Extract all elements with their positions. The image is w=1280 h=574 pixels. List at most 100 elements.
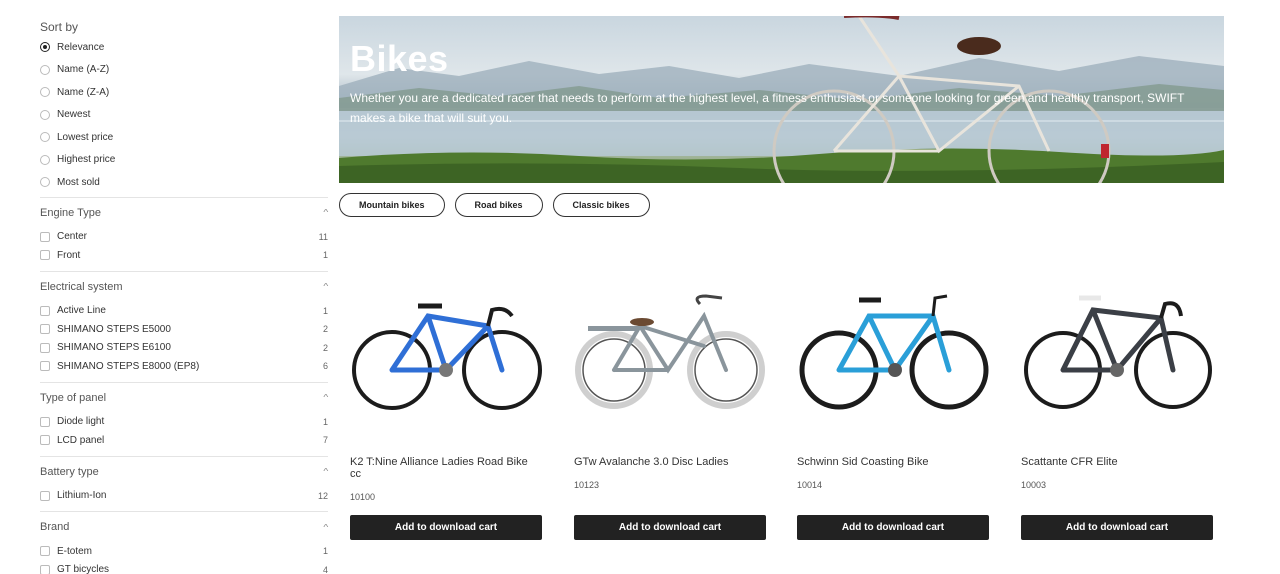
filter-option-steps-e5000[interactable]: SHIMANO STEPS E5000 2 <box>40 320 328 339</box>
product-card[interactable]: Schwinn Sid Coasting Bike 10014 Add to d… <box>786 286 989 540</box>
product-image[interactable] <box>574 286 766 418</box>
filter-option-lithium-ion[interactable]: Lithium-Ion 12 <box>40 487 328 506</box>
checkbox[interactable] <box>40 546 50 557</box>
sort-option-lowest-price[interactable]: Lowest price <box>40 126 328 149</box>
filter-option-count: 2 <box>322 342 328 353</box>
filter-option-diode-light[interactable]: Diode light 1 <box>40 413 328 432</box>
checkbox[interactable] <box>40 231 50 242</box>
road-bike-image <box>1024 295 1212 409</box>
checkbox[interactable] <box>40 342 50 353</box>
filter-option-steps-e6100[interactable]: SHIMANO STEPS E6100 2 <box>40 339 328 358</box>
filter-group-title: Engine Type <box>40 206 101 219</box>
add-to-download-cart-button[interactable]: Add to download cart <box>797 515 989 540</box>
hero-banner: Bikes Whether you are a dedicated racer … <box>339 16 1224 183</box>
radio-button[interactable] <box>40 154 50 165</box>
checkbox[interactable] <box>40 250 50 261</box>
checkbox[interactable] <box>40 564 50 574</box>
filter-option-label: Diode light <box>57 416 105 428</box>
checkbox[interactable] <box>40 324 50 335</box>
filter-option-label: E-totem <box>57 545 93 557</box>
filter-group-title: Electrical system <box>40 280 123 293</box>
filter-option-e-totem[interactable]: E-totem 1 <box>40 542 328 561</box>
filter-option-label: Center <box>57 231 88 243</box>
checkbox[interactable] <box>40 490 50 501</box>
filter-group-title: Brand <box>40 521 70 533</box>
radio-button[interactable] <box>40 87 50 98</box>
filter-option-gt-bicycles[interactable]: GT bicycles 4 <box>40 561 328 574</box>
sort-option-newest[interactable]: Newest <box>40 104 328 127</box>
chevron-up-icon[interactable]: ^ <box>324 393 329 402</box>
filter-option-count: 4 <box>322 564 328 574</box>
sort-option-relevance[interactable]: Relevance <box>40 36 328 59</box>
category-pill-road-bikes[interactable]: Road bikes <box>454 193 543 217</box>
sort-option-label: Most sold <box>57 176 100 188</box>
radio-button[interactable] <box>40 132 50 143</box>
product-name[interactable]: GTw Avalanche 3.0 Disc Ladies <box>574 456 760 468</box>
filter-group-electrical-system[interactable]: Electrical system ^ <box>40 272 329 302</box>
product-image[interactable] <box>1021 286 1213 418</box>
product-sku: 10100 <box>350 492 376 502</box>
filter-group-brand[interactable]: Brand ^ <box>40 512 329 542</box>
filter-option-label: SHIMANO STEPS E5000 <box>57 323 171 335</box>
sort-option-name-az[interactable]: Name (A-Z) <box>40 59 328 82</box>
sort-option-label: Relevance <box>57 41 105 53</box>
radio-button[interactable] <box>40 42 50 53</box>
product-card[interactable]: GTw Avalanche 3.0 Disc Ladies 10123 Add … <box>563 286 766 540</box>
sort-title: Sort by <box>40 20 79 34</box>
product-name[interactable]: Scattante CFR Elite <box>1021 456 1207 468</box>
filter-group-type-of-panel[interactable]: Type of panel ^ <box>40 383 329 413</box>
checkbox[interactable] <box>40 435 50 446</box>
filter-group-engine-type[interactable]: Engine Type ^ <box>40 198 329 228</box>
sort-option-label: Newest <box>57 109 91 121</box>
category-pill-classic-bikes[interactable]: Classic bikes <box>552 193 650 217</box>
checkbox[interactable] <box>40 416 50 427</box>
radio-button[interactable] <box>40 177 50 188</box>
sort-option-most-sold[interactable]: Most sold <box>40 171 328 194</box>
product-sku: 10123 <box>574 480 600 490</box>
product-name[interactable]: K2 T:Nine Alliance Ladies Road Bike cc <box>350 456 536 480</box>
filter-option-count: 12 <box>317 490 328 501</box>
filter-option-active-line[interactable]: Active Line 1 <box>40 302 328 321</box>
filter-option-center[interactable]: Center 11 <box>40 228 328 247</box>
hybrid-bike-image <box>799 294 989 410</box>
radio-button[interactable] <box>40 64 50 75</box>
checkbox[interactable] <box>40 361 50 372</box>
category-pill-mountain-bikes[interactable]: Mountain bikes <box>339 193 445 217</box>
filter-option-count: 7 <box>322 435 328 446</box>
add-to-download-cart-button[interactable]: Add to download cart <box>574 515 766 540</box>
add-to-download-cart-button[interactable]: Add to download cart <box>1021 515 1213 540</box>
city-bike-image <box>575 294 765 409</box>
filter-option-label: GT bicycles <box>57 564 110 574</box>
product-name[interactable]: Schwinn Sid Coasting Bike <box>797 456 983 468</box>
filter-option-count: 1 <box>322 305 328 316</box>
category-pills: Mountain bikes Road bikes Classic bikes <box>339 193 650 217</box>
filter-group-battery-type[interactable]: Battery type ^ <box>40 457 329 487</box>
product-card[interactable]: K2 T:Nine Alliance Ladies Road Bike cc 1… <box>339 286 542 540</box>
product-sku: 10014 <box>797 480 823 490</box>
product-image[interactable] <box>350 286 542 418</box>
chevron-up-icon[interactable]: ^ <box>324 208 329 217</box>
radio-button[interactable] <box>40 109 50 120</box>
product-sku: 10003 <box>1021 480 1047 490</box>
checkbox[interactable] <box>40 305 50 316</box>
filter-option-steps-e8000[interactable]: SHIMANO STEPS E8000 (EP8) 6 <box>40 357 328 376</box>
sort-option-label: Name (A-Z) <box>57 64 110 76</box>
filter-option-label: Active Line <box>57 305 106 317</box>
road-bike-image <box>352 303 542 410</box>
filter-option-front[interactable]: Front 1 <box>40 246 328 265</box>
sort-option-name-za[interactable]: Name (Z-A) <box>40 81 328 104</box>
sort-option-highest-price[interactable]: Highest price <box>40 149 328 172</box>
hero-description: Whether you are a dedicated racer that n… <box>350 91 1185 125</box>
filter-option-count: 1 <box>322 250 328 261</box>
filter-option-label: SHIMANO STEPS E6100 <box>57 342 171 354</box>
filter-option-label: SHIMANO STEPS E8000 (EP8) <box>57 360 200 372</box>
product-image[interactable] <box>797 286 989 418</box>
chevron-up-icon[interactable]: ^ <box>324 523 329 532</box>
add-to-download-cart-button[interactable]: Add to download cart <box>350 515 542 540</box>
product-card[interactable]: Scattante CFR Elite 10003 Add to downloa… <box>1010 286 1213 540</box>
chevron-up-icon[interactable]: ^ <box>324 282 329 291</box>
filter-option-count: 11 <box>318 231 328 242</box>
filter-option-lcd-panel[interactable]: LCD panel 7 <box>40 431 328 450</box>
filter-option-label: LCD panel <box>57 434 105 446</box>
chevron-up-icon[interactable]: ^ <box>324 467 329 476</box>
